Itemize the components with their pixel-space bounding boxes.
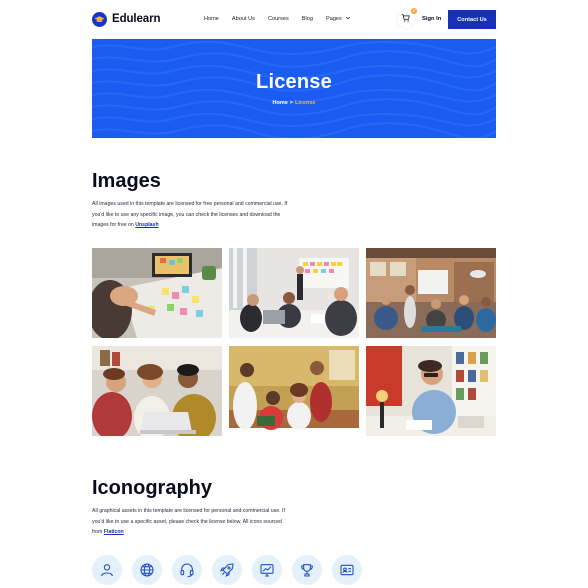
nav-pages-label: Pages [325, 16, 342, 22]
sign-in-link[interactable]: Sign In [422, 8, 441, 30]
cart-count-badge: 0 [411, 8, 417, 14]
iconography-heading: Iconography [92, 477, 213, 499]
graduation-cap-icon [92, 11, 107, 27]
brand-name: Edulearn [112, 13, 161, 25]
brand-logo[interactable]: Edulearn [92, 11, 161, 27]
nav-courses[interactable]: Courses [268, 16, 289, 22]
user-icon [92, 555, 122, 585]
breadcrumb-separator: > [289, 100, 293, 106]
site-header: Edulearn Home About Us Courses Blog Page… [92, 8, 496, 30]
nav-about-us[interactable]: About Us [232, 16, 255, 22]
image-gallery [92, 248, 496, 436]
rocket-icon [212, 555, 242, 585]
trophy-icon [292, 555, 322, 585]
contact-us-button[interactable]: Contact Us [448, 10, 496, 29]
images-description: All images used in this template are lic… [92, 199, 292, 231]
images-description-text: All images used in this template are lic… [92, 201, 288, 228]
gallery-image-coworking-space [366, 248, 496, 338]
flaticon-link[interactable]: Flaticon [104, 529, 124, 535]
cart-button[interactable]: 0 [397, 8, 417, 28]
gallery-image-office-meeting [229, 248, 359, 338]
breadcrumb: Home > License [273, 100, 316, 106]
page-title: License [256, 71, 332, 93]
main-nav: Home About Us Courses Blog Pages [204, 8, 364, 30]
cart-icon [401, 10, 411, 28]
icon-showcase [92, 555, 362, 585]
images-heading: Images [92, 170, 161, 192]
chart-monitor-icon [252, 555, 282, 585]
gallery-image-sticky-notes [92, 248, 222, 338]
gallery-image-students-laptop [92, 346, 222, 436]
globe-icon [132, 555, 162, 585]
chevron-down-icon [345, 15, 351, 23]
nav-blog[interactable]: Blog [302, 16, 313, 22]
headset-icon [172, 555, 202, 585]
page-hero-banner: License Home > License [92, 39, 496, 138]
breadcrumb-current: License [295, 100, 316, 106]
gallery-image-man-writing [366, 346, 496, 436]
nav-home[interactable]: Home [204, 16, 219, 22]
gallery-image-study-group [229, 346, 359, 436]
nav-pages[interactable]: Pages [326, 15, 351, 23]
breadcrumb-home-link[interactable]: Home [273, 100, 288, 106]
unsplash-link[interactable]: Unsplash [135, 222, 158, 228]
id-card-icon [332, 555, 362, 585]
iconography-description: All graphical assets in this template ar… [92, 506, 292, 538]
